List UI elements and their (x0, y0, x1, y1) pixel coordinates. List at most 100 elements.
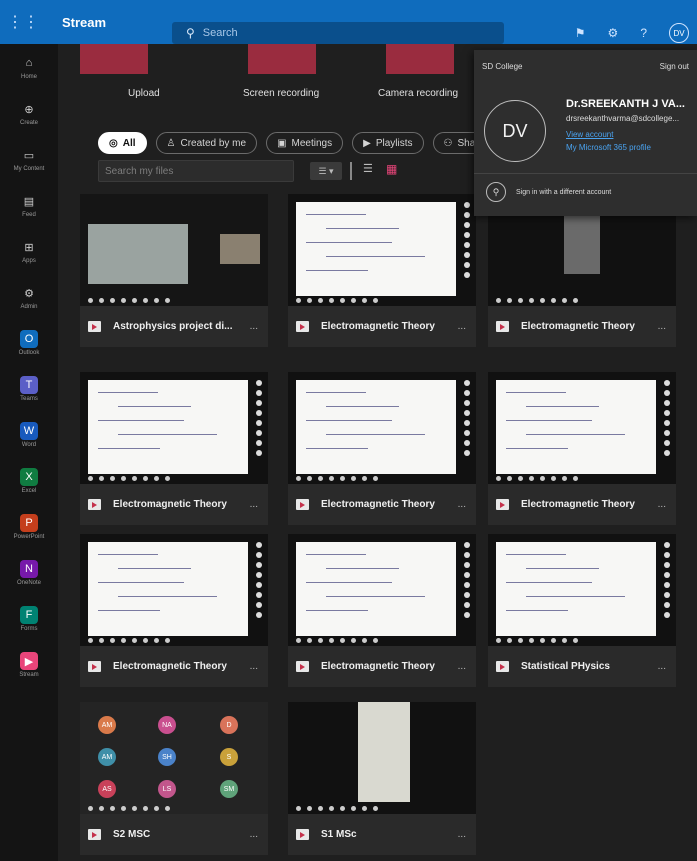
m365-profile-link[interactable]: My Microsoft 365 profile (566, 143, 651, 152)
rail-item-apps[interactable]: ⊞ Apps (0, 228, 58, 274)
video-thumbnail[interactable] (488, 372, 676, 484)
filter-button[interactable]: ☰ ▾ (310, 162, 342, 180)
upload-icon[interactable] (80, 44, 148, 74)
rail-item-excel[interactable]: X Excel (0, 458, 58, 504)
view-account-link[interactable]: View account (566, 130, 613, 139)
filter-all[interactable]: ◎ All (98, 132, 147, 154)
video-title[interactable]: Electromagnetic Theory (321, 661, 435, 672)
rail-item-my-content[interactable]: ▭ My Content (0, 136, 58, 182)
camera-recording-label[interactable]: Camera recording (378, 88, 458, 99)
sign-out-link[interactable]: Sign out (660, 62, 689, 71)
camera-recording-icon[interactable] (386, 44, 454, 74)
video-thumbnail[interactable] (80, 534, 268, 646)
video-thumbnail[interactable] (288, 194, 476, 306)
gift-icon[interactable]: ⚑ (575, 26, 586, 40)
upload-label[interactable]: Upload (128, 88, 160, 99)
rail-item-admin[interactable]: ⚙ Admin (0, 274, 58, 320)
video-title[interactable]: S2 MSC (113, 829, 150, 840)
video-file-icon (88, 661, 101, 672)
person-icon: ♙ (166, 137, 176, 149)
different-account-button[interactable]: ⚲ Sign in with a different account (486, 182, 611, 202)
app-launcher-icon[interactable]: ⋮⋮ (0, 0, 46, 44)
app-name[interactable]: Stream (62, 15, 162, 30)
more-options-icon[interactable]: ... (458, 321, 466, 332)
video-card[interactable]: Electromagnetic Theory... (288, 534, 476, 687)
help-icon[interactable]: ? (640, 26, 647, 40)
video-card[interactable]: Statistical PHysics... (488, 534, 676, 687)
rail-item-powerpoint[interactable]: P PowerPoint (0, 504, 58, 550)
search-files-input[interactable]: Search my files (98, 160, 294, 182)
rail-item-create[interactable]: ⊕ Create (0, 90, 58, 136)
more-options-icon[interactable]: ... (658, 321, 666, 332)
more-options-icon[interactable]: ... (250, 321, 258, 332)
more-options-icon[interactable]: ... (250, 661, 258, 672)
more-options-icon[interactable]: ... (458, 661, 466, 672)
more-options-icon[interactable]: ... (658, 661, 666, 672)
account-avatar-large: DV (484, 100, 546, 162)
more-options-icon[interactable]: ... (458, 499, 466, 510)
settings-icon[interactable]: ⚙ (608, 26, 619, 40)
rail-item-forms[interactable]: F Forms (0, 596, 58, 642)
video-title[interactable]: Electromagnetic Theory (521, 499, 635, 510)
list-view-icon[interactable]: ☰ (363, 162, 373, 175)
rail-item-word[interactable]: W Word (0, 412, 58, 458)
rail-item-outlook[interactable]: O Outlook (0, 320, 58, 366)
filter-meetings[interactable]: ▣ Meetings (266, 132, 344, 154)
video-thumbnail[interactable] (288, 534, 476, 646)
rail-item-label: OneNote (16, 580, 41, 586)
video-thumbnail[interactable] (288, 702, 476, 814)
stream-icon: ▶ (20, 652, 38, 670)
grid-view-icon[interactable]: ▦ (386, 162, 397, 176)
video-card[interactable]: Electromagnetic Theory... (288, 372, 476, 525)
video-card[interactable]: Electromagnetic Theory... (80, 372, 268, 525)
video-title[interactable]: Electromagnetic Theory (113, 499, 227, 510)
participant-avatar: LS (158, 780, 176, 798)
video-card[interactable]: Electromagnetic Theory... (80, 534, 268, 687)
rail-item-label: My Content (13, 166, 45, 172)
apps-icon: ⊞ (24, 241, 34, 254)
video-card[interactable]: Electromagnetic Theory... (488, 372, 676, 525)
video-card[interactable]: AM NA D AM SH S AS LS SM S2 MSC... (80, 702, 268, 855)
video-card[interactable]: S1 MSc... (288, 702, 476, 855)
video-title[interactable]: S1 MSc (321, 829, 357, 840)
video-meta: Electromagnetic Theory... (488, 306, 676, 347)
video-meta: Statistical PHysics... (488, 646, 676, 687)
search-icon: ⚲ (186, 26, 195, 40)
video-title[interactable]: Electromagnetic Theory (113, 661, 227, 672)
video-thumbnail[interactable] (488, 534, 676, 646)
video-title[interactable]: Astrophysics project di... (113, 321, 232, 332)
rail-item-teams[interactable]: T Teams (0, 366, 58, 412)
screen-recording-icon[interactable] (248, 44, 316, 74)
video-thumbnail[interactable] (80, 372, 268, 484)
video-file-icon (296, 829, 309, 840)
video-thumbnail[interactable] (80, 194, 268, 306)
participant-avatar: AS (98, 780, 116, 798)
rail-item-feed[interactable]: ▤ Feed (0, 182, 58, 228)
video-thumbnail[interactable]: AM NA D AM SH S AS LS SM (80, 702, 268, 814)
rail-item-label: Forms (20, 626, 38, 632)
rail-item-stream[interactable]: ▶ Stream (0, 642, 58, 688)
video-title[interactable]: Electromagnetic Theory (521, 321, 635, 332)
global-search-input[interactable]: ⚲ Search (172, 22, 504, 44)
video-card[interactable]: Astrophysics project di...... (80, 194, 268, 347)
more-options-icon[interactable]: ... (250, 499, 258, 510)
toolbar-strip (462, 202, 472, 296)
filter-created-by-me[interactable]: ♙ Created by me (155, 132, 258, 154)
filter-playlists[interactable]: ▶ Playlists (352, 132, 424, 154)
video-thumbnail[interactable] (288, 372, 476, 484)
rail-item-label: Teams (20, 396, 38, 402)
video-title[interactable]: Electromagnetic Theory (321, 321, 435, 332)
word-icon: W (20, 422, 38, 440)
video-card[interactable]: Electromagnetic Theory... (488, 194, 676, 347)
video-title[interactable]: Statistical PHysics (521, 661, 610, 672)
more-options-icon[interactable]: ... (658, 499, 666, 510)
video-card[interactable]: Electromagnetic Theory... (288, 194, 476, 347)
admin-icon: ⚙ (24, 287, 34, 300)
account-avatar[interactable]: DV (669, 23, 689, 43)
screen-recording-label[interactable]: Screen recording (243, 88, 319, 99)
more-options-icon[interactable]: ... (250, 829, 258, 840)
rail-item-onenote[interactable]: N OneNote (0, 550, 58, 596)
rail-item-home[interactable]: ⌂ Home (0, 44, 58, 90)
video-title[interactable]: Electromagnetic Theory (321, 499, 435, 510)
more-options-icon[interactable]: ... (458, 829, 466, 840)
